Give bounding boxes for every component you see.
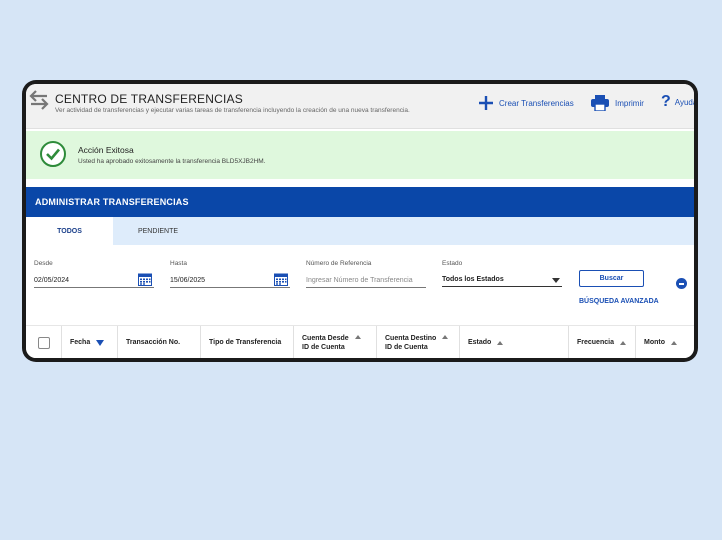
create-transfer-label: Crear Transferencias <box>499 98 574 108</box>
column-estado[interactable]: Estado <box>459 326 568 358</box>
column-label: Cuenta Destino <box>385 334 437 342</box>
column-label: Tipo de Transferencia <box>209 339 282 346</box>
desde-date-field[interactable]: 02/05/2024 <box>34 273 154 288</box>
referencia-placeholder: Ingresar Número de Transferencia <box>306 277 413 284</box>
print-button[interactable]: Imprimir <box>591 95 644 111</box>
help-button[interactable]: ? Ayuda <box>661 94 694 110</box>
help-icon: ? <box>661 93 671 110</box>
table-header: Fecha Transacción No. Tipo de Transferen… <box>26 325 694 358</box>
plus-icon <box>479 96 493 110</box>
column-label: Frecuencia <box>577 339 614 346</box>
check-circle-icon <box>40 141 66 167</box>
column-frecuencia[interactable]: Frecuencia <box>568 326 635 358</box>
column-tipo[interactable]: Tipo de Transferencia <box>200 326 293 358</box>
sort-arrow-icon <box>354 335 361 339</box>
help-label: Ayuda <box>674 97 694 107</box>
page-header: CENTRO DE TRANSFERENCIAS Ver actividad d… <box>26 84 694 129</box>
column-label-stack: Cuenta Desde ID de Cuenta <box>302 334 349 352</box>
column-label: Cuenta Desde <box>302 334 349 342</box>
column-monto[interactable]: Monto <box>635 326 694 358</box>
collapse-minus-icon[interactable] <box>676 278 687 289</box>
success-alert: Acción Exitosa Usted ha aprobado exitosa… <box>26 131 694 179</box>
column-transaccion[interactable]: Transacción No. <box>117 326 200 358</box>
desde-label: Desde <box>34 260 53 267</box>
dropdown-arrow-icon <box>552 278 560 283</box>
hasta-value: 15/06/2025 <box>170 277 206 284</box>
column-fecha[interactable]: Fecha <box>61 326 117 358</box>
referencia-input[interactable]: Ingresar Número de Transferencia <box>306 274 426 288</box>
alert-title: Acción Exitosa <box>78 145 134 155</box>
create-transfer-button[interactable]: Crear Transferencias <box>479 96 574 110</box>
tab-todos[interactable]: TODOS <box>26 217 113 245</box>
select-all-checkbox[interactable] <box>38 337 50 349</box>
estado-value: Todos los Estados <box>442 276 504 283</box>
page-subtitle: Ver actividad de transferencias y ejecut… <box>55 107 410 114</box>
column-label: Transacción No. <box>126 339 181 346</box>
page-title: CENTRO DE TRANSFERENCIAS <box>55 92 243 106</box>
column-sublabel: ID de Cuenta <box>385 343 428 351</box>
calendar-icon[interactable] <box>138 273 152 286</box>
sort-arrow-icon <box>671 340 677 345</box>
sort-arrow-icon <box>619 340 626 345</box>
column-cuenta-destino[interactable]: Cuenta Destino ID de Cuenta <box>376 326 459 358</box>
column-label: Estado <box>468 339 492 346</box>
sort-arrow-icon <box>497 340 504 345</box>
column-sublabel: ID de Cuenta <box>302 343 345 351</box>
section-title: ADMINISTRAR TRANSFERENCIAS <box>35 197 189 207</box>
app-screen: CENTRO DE TRANSFERENCIAS Ver actividad d… <box>26 84 694 358</box>
calendar-icon[interactable] <box>274 273 288 286</box>
tab-pendiente[interactable]: PENDIENTE <box>113 217 203 245</box>
column-cuenta-desde[interactable]: Cuenta Desde ID de Cuenta <box>293 326 376 358</box>
advanced-search-link[interactable]: BÚSQUEDA AVANZADA <box>579 298 659 305</box>
hasta-date-field[interactable]: 15/06/2025 <box>170 273 290 288</box>
column-label: Fecha <box>70 339 91 346</box>
desde-value: 02/05/2024 <box>34 277 70 284</box>
device-frame: CENTRO DE TRANSFERENCIAS Ver actividad d… <box>22 80 698 362</box>
sort-arrow-icon <box>96 339 105 346</box>
hasta-label: Hasta <box>170 260 187 267</box>
tab-bar: TODOS PENDIENTE <box>26 217 694 245</box>
estado-label: Estado <box>442 260 463 267</box>
referencia-label: Número de Referencia <box>306 260 372 267</box>
search-button[interactable]: Buscar <box>579 270 644 287</box>
section-header: ADMINISTRAR TRANSFERENCIAS <box>26 187 694 217</box>
column-label: Monto <box>644 339 665 346</box>
estado-select[interactable]: Todos los Estados <box>442 273 562 287</box>
print-label: Imprimir <box>615 98 644 108</box>
column-label-stack: Cuenta Destino ID de Cuenta <box>385 334 436 352</box>
sort-arrow-icon <box>442 335 449 339</box>
alert-message: Usted ha aprobado exitosamente la transf… <box>78 158 266 165</box>
transfer-arrows-icon <box>29 90 49 110</box>
printer-icon <box>591 95 609 111</box>
